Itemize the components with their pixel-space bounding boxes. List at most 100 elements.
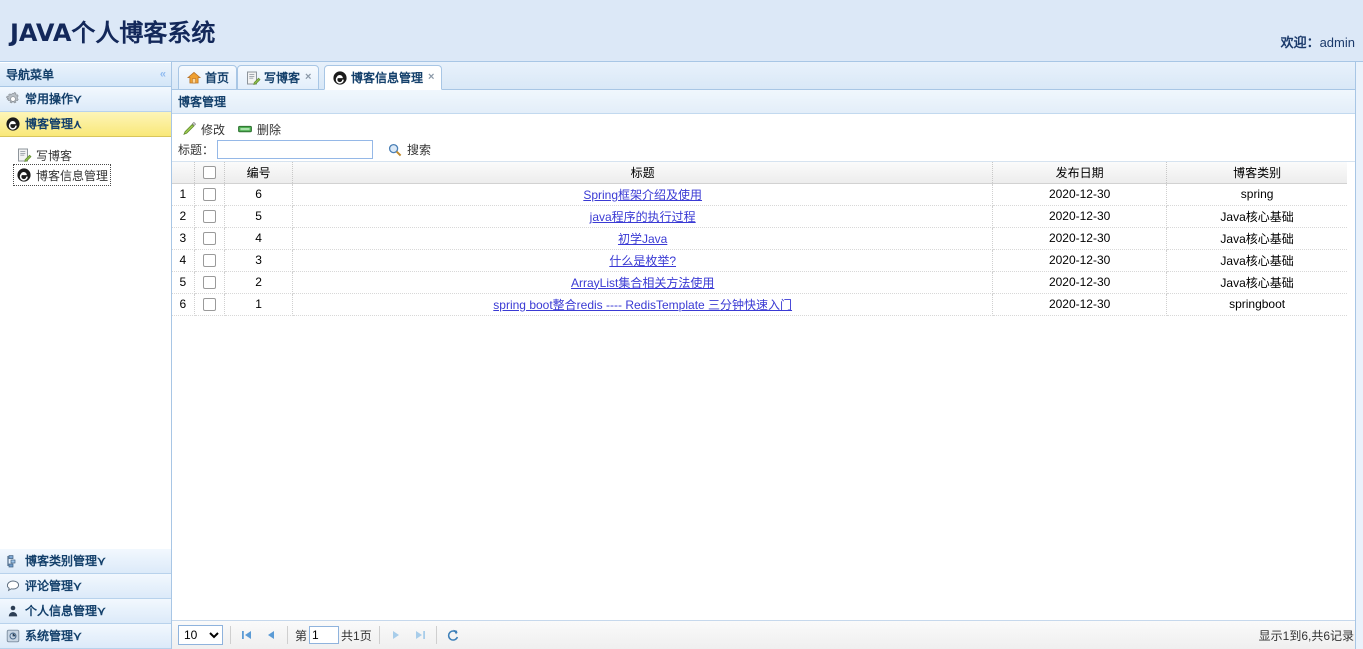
delete-button[interactable]: 删除 <box>234 119 284 139</box>
row-number: 4 <box>172 249 195 272</box>
row-checkbox-cell[interactable] <box>194 227 225 250</box>
row-checkbox[interactable] <box>202 254 216 268</box>
row-checkbox[interactable] <box>202 298 216 312</box>
close-icon[interactable]: × <box>305 72 311 83</box>
cell-title: 什么是枚举? <box>292 249 994 272</box>
row-checkbox-cell[interactable] <box>194 183 225 206</box>
table-row[interactable]: 5 2 ArrayList集合相关方法使用 2020-12-30 Java核心基础 <box>172 271 1347 294</box>
title-search-input[interactable] <box>217 140 374 159</box>
table-row[interactable]: 4 3 什么是枚举? 2020-12-30 Java核心基础 <box>172 249 1347 272</box>
chevron-double-down-icon[interactable]: ⋎ <box>73 579 82 593</box>
current-user: admin <box>1319 35 1355 50</box>
tab-label: 首页 <box>205 71 230 85</box>
system-icon <box>5 628 21 644</box>
cell-category: Java核心基础 <box>1166 271 1347 294</box>
chevron-double-down-icon[interactable]: ⋎ <box>97 554 106 568</box>
pencil-icon <box>181 121 197 137</box>
blog-title-link[interactable]: 初学Java <box>618 232 667 246</box>
header-date[interactable]: 发布日期 <box>992 162 1168 184</box>
row-checkbox-cell[interactable] <box>194 249 225 272</box>
last-page-icon[interactable] <box>411 626 429 644</box>
blog-title-link[interactable]: 什么是枚举? <box>609 254 676 268</box>
cell-date: 2020-12-30 <box>992 227 1168 250</box>
app-root: JAVA个人博客系统 欢迎：admin 导航菜单 « 常用操作 ⋎ 博客管理 ⋏ <box>0 0 1363 649</box>
sidebar-item-blog-info-management[interactable]: 博客信息管理 <box>12 164 112 186</box>
blog-title-link[interactable]: Spring框架介绍及使用 <box>583 188 702 202</box>
row-number: 2 <box>172 205 195 228</box>
edit-button-label: 修改 <box>201 122 226 137</box>
close-icon[interactable]: × <box>428 72 434 83</box>
table-row[interactable]: 1 6 Spring框架介绍及使用 2020-12-30 spring <box>172 183 1347 206</box>
chevron-double-left-icon[interactable]: « <box>160 69 166 80</box>
row-checkbox[interactable] <box>202 276 216 290</box>
row-number: 6 <box>172 293 195 316</box>
table-row[interactable]: 3 4 初学Java 2020-12-30 Java核心基础 <box>172 227 1347 250</box>
sidebar-group-comment[interactable]: 评论管理 ⋎ <box>0 574 171 599</box>
prev-page-icon[interactable] <box>262 626 280 644</box>
page-number-input[interactable] <box>309 626 340 644</box>
row-checkbox[interactable] <box>202 232 216 246</box>
header-id[interactable]: 编号 <box>224 162 294 184</box>
welcome-label: 欢迎： <box>1280 35 1320 50</box>
sidebar-bottom-groups: 博客类别管理 ⋎ 评论管理 ⋎ 个人信息管理 ⋎ 系统管理 ⋎ <box>0 549 171 649</box>
sidebar-group-label: 个人信息管理 <box>25 604 98 618</box>
row-checkbox[interactable] <box>202 210 216 224</box>
header-title[interactable]: 标题 <box>292 162 994 184</box>
select-all-checkbox[interactable] <box>202 166 216 180</box>
header-category[interactable]: 博客类别 <box>1166 162 1347 184</box>
content-panel-title-bar: 博客管理 <box>172 90 1362 114</box>
cell-id: 5 <box>224 205 294 228</box>
sidebar-group-blog-category[interactable]: 博客类别管理 ⋎ <box>0 549 171 574</box>
cell-date: 2020-12-30 <box>992 205 1168 228</box>
cell-title: 初学Java <box>292 227 994 250</box>
grid-toolbar: 修改 删除 标题： 搜索 <box>172 114 1362 162</box>
cell-category: spring <box>1166 183 1347 206</box>
tab-home[interactable]: 首页 <box>178 65 238 90</box>
row-checkbox-cell[interactable] <box>194 205 225 228</box>
welcome-text: 欢迎：admin <box>1281 32 1355 51</box>
chevron-double-down-icon[interactable]: ⋎ <box>97 604 106 618</box>
blog-title-link[interactable]: spring boot整合redis ---- RedisTemplate 三分… <box>493 298 792 312</box>
blog-icon <box>5 116 21 132</box>
chevron-double-down-icon[interactable]: ⋎ <box>73 92 82 106</box>
cell-title: Spring框架介绍及使用 <box>292 183 994 206</box>
tab-write-blog[interactable]: 写博客 × <box>237 65 320 90</box>
sidebar-item-label: 写博客 <box>36 148 73 163</box>
write-blog-icon <box>245 70 261 86</box>
home-icon <box>186 70 202 86</box>
blog-title-link[interactable]: ArrayList集合相关方法使用 <box>571 276 714 290</box>
search-button[interactable]: 搜索 <box>387 141 431 158</box>
first-page-icon[interactable] <box>238 626 256 644</box>
sidebar-header: 导航菜单 « <box>0 62 171 87</box>
blog-title-link[interactable]: java程序的执行过程 <box>590 210 696 224</box>
row-checkbox[interactable] <box>202 188 216 202</box>
cell-id: 2 <box>224 271 294 294</box>
sidebar-group-personal-info[interactable]: 个人信息管理 ⋎ <box>0 599 171 624</box>
refresh-icon[interactable] <box>444 626 462 644</box>
search-button-label: 搜索 <box>407 143 432 157</box>
row-checkbox-cell[interactable] <box>194 271 225 294</box>
sidebar-item-write-blog[interactable]: 写博客 <box>14 145 74 165</box>
page-prefix-label: 第 <box>295 628 308 643</box>
chevron-double-up-icon[interactable]: ⋏ <box>73 117 82 131</box>
table-row[interactable]: 6 1 spring boot整合redis ---- RedisTemplate … <box>172 293 1347 316</box>
row-checkbox-cell[interactable] <box>194 293 225 316</box>
page-total-label: 共1页 <box>341 628 372 643</box>
chevron-double-down-icon[interactable]: ⋎ <box>73 629 82 643</box>
sidebar-group-body-blog-management: 写博客 博客信息管理 <box>0 137 171 186</box>
tab-blog-info-management[interactable]: 博客信息管理 × <box>324 65 443 90</box>
gear-icon <box>5 91 21 107</box>
edit-button[interactable]: 修改 <box>178 119 228 139</box>
sidebar-group-system[interactable]: 系统管理 ⋎ <box>0 624 171 649</box>
app-header: JAVA个人博客系统 欢迎：admin <box>0 0 1363 62</box>
sidebar-group-blog-management[interactable]: 博客管理 ⋏ <box>0 112 171 137</box>
table-row[interactable]: 2 5 java程序的执行过程 2020-12-30 Java核心基础 <box>172 205 1347 228</box>
next-page-icon[interactable] <box>387 626 405 644</box>
header-select-all[interactable] <box>194 162 225 184</box>
page-size-select[interactable]: 10203050100 <box>178 625 223 645</box>
tab-label: 写博客 <box>264 71 301 85</box>
cell-title: ArrayList集合相关方法使用 <box>292 271 994 294</box>
cell-category: springboot <box>1166 293 1347 316</box>
sidebar-group-common-ops[interactable]: 常用操作 ⋎ <box>0 87 171 112</box>
sidebar-title: 导航菜单 <box>6 68 55 82</box>
